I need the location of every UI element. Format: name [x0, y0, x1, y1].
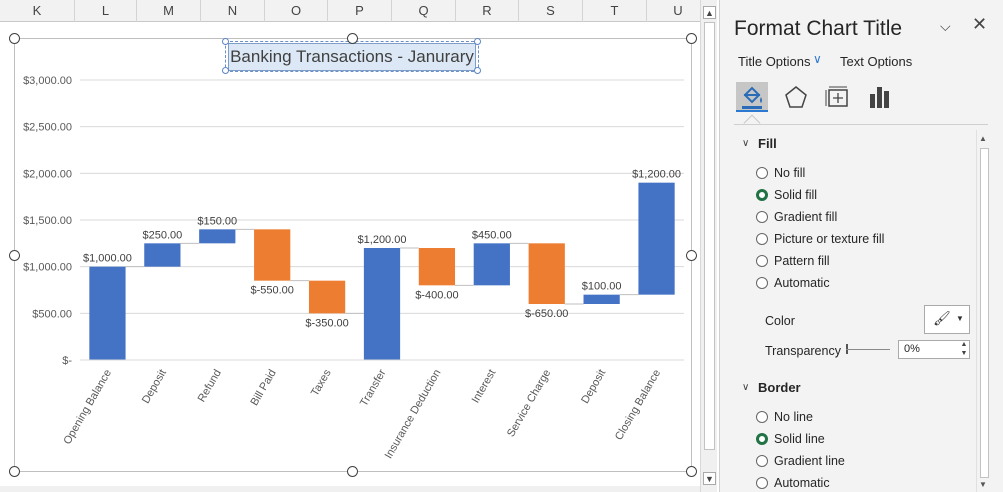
scroll-down-arrow-icon[interactable]: ▼ — [703, 472, 716, 485]
pane-scroll-down-icon[interactable]: ▼ — [979, 480, 987, 489]
bar[interactable] — [363, 248, 401, 360]
chart-title[interactable]: Banking Transactions - Janurary — [228, 43, 476, 71]
chart-resize-handle-tc[interactable] — [347, 33, 358, 44]
bar[interactable] — [144, 243, 181, 267]
vertical-scrollbar[interactable]: ▲ ▼ — [700, 0, 717, 492]
data-label: $1,200.00 — [632, 169, 681, 181]
chevron-down-icon[interactable]: ⌵ — [940, 18, 951, 35]
chart-resize-handle-bc[interactable] — [347, 466, 358, 477]
bar[interactable] — [89, 266, 126, 360]
chart-resize-handle-mr[interactable] — [686, 250, 697, 261]
close-icon[interactable]: ✕ — [972, 14, 987, 35]
pane-divider — [734, 124, 988, 125]
chart-options-icon[interactable] — [864, 82, 896, 112]
pane-content: ∨ Fill No fill Solid fill Gradient fill … — [720, 126, 982, 492]
data-label: $100.00 — [582, 281, 622, 293]
bar[interactable] — [638, 182, 675, 295]
title-handle-br[interactable] — [474, 67, 481, 74]
chart-resize-handle-ml[interactable] — [9, 250, 20, 261]
bar[interactable] — [473, 243, 510, 286]
tab-title-options[interactable]: Title Options — [738, 54, 811, 69]
y-tick-label: $500.00 — [32, 308, 72, 320]
data-label: $-650.00 — [525, 308, 568, 320]
chart-resize-handle-tl[interactable] — [9, 33, 20, 44]
x-tick-label: Service Charge — [505, 368, 553, 440]
x-tick-label: Refund — [196, 368, 224, 405]
y-tick-label: $2,000.00 — [23, 168, 72, 180]
border-collapse-icon[interactable]: ∨ — [742, 382, 749, 393]
pane-title: Format Chart Title — [734, 17, 903, 40]
chart-resize-handle-bl[interactable] — [9, 466, 20, 477]
y-tick-label: $1,000.00 — [23, 262, 72, 274]
transparency-label: Transparency — [765, 344, 841, 358]
y-tick-label: $2,500.00 — [23, 122, 72, 134]
x-tick-label: Deposit — [579, 368, 608, 406]
transparency-spinner[interactable]: ▲ ▼ — [958, 340, 970, 359]
data-label: $1,200.00 — [358, 234, 407, 246]
scrollbar-thumb[interactable] — [704, 22, 715, 450]
pane-scrollbar-thumb[interactable] — [980, 148, 989, 478]
x-tick-label: Opening Balance — [61, 368, 114, 447]
title-handle-bl[interactable] — [222, 67, 229, 74]
x-tick-label: Deposit — [140, 368, 169, 406]
fill-line-icon[interactable] — [736, 82, 768, 112]
fill-color-picker[interactable]: 🖌 ▼ — [924, 305, 970, 334]
effects-icon[interactable] — [780, 82, 812, 112]
chevron-down-icon[interactable]: ∨ — [813, 52, 822, 66]
scroll-up-arrow-icon[interactable]: ▲ — [703, 6, 716, 19]
data-label: $-550.00 — [250, 285, 293, 297]
x-tick-label: Closing Balance — [613, 368, 663, 443]
size-properties-icon[interactable] — [822, 82, 854, 112]
x-tick-label: Bill Paid — [249, 368, 279, 408]
chevron-down-icon: ▼ — [956, 314, 964, 323]
bar[interactable] — [199, 229, 236, 244]
fill-section-heading[interactable]: Fill — [758, 136, 777, 151]
x-tick-label: Insurance Deduction — [383, 367, 444, 460]
data-label: $150.00 — [197, 215, 237, 227]
title-handle-tl[interactable] — [222, 38, 229, 45]
y-tick-label: $3,000.00 — [23, 75, 72, 87]
color-label: Color — [765, 314, 795, 328]
data-label: $1,000.00 — [83, 253, 132, 265]
bar[interactable] — [254, 229, 291, 281]
chart-resize-handle-br[interactable] — [686, 466, 697, 477]
fill-collapse-icon[interactable]: ∨ — [742, 138, 749, 149]
chart-resize-handle-tr[interactable] — [686, 33, 697, 44]
horizontal-scrollbar[interactable] — [0, 486, 700, 492]
tab-text-options[interactable]: Text Options — [840, 54, 912, 69]
bar[interactable] — [583, 294, 620, 304]
bar[interactable] — [528, 243, 565, 304]
x-tick-label: Transfer — [358, 367, 389, 408]
bar[interactable] — [308, 280, 346, 314]
bar[interactable] — [418, 248, 456, 286]
y-tick-label: $- — [62, 355, 72, 367]
border-section-heading[interactable]: Border — [758, 380, 801, 395]
pane-scrollbar[interactable]: ▲ ▼ — [976, 130, 991, 492]
y-tick-label: $1,500.00 — [23, 215, 72, 227]
data-label: $-400.00 — [415, 289, 458, 301]
paint-bucket-icon: 🖌 — [933, 310, 951, 326]
waterfall-chart[interactable]: $- $500.00 $1,000.00 $1,500.00 $2,000.00 $2,5… — [0, 0, 700, 492]
data-label: $450.00 — [472, 229, 512, 241]
transparency-slider[interactable] — [846, 349, 890, 350]
title-handle-tr[interactable] — [474, 38, 481, 45]
data-label: $-350.00 — [305, 317, 348, 329]
x-tick-label: Interest — [470, 368, 499, 406]
pane-scroll-up-icon[interactable]: ▲ — [979, 134, 987, 143]
format-pane: Format Chart Title ⌵ ✕ Title Options ∨ T… — [719, 0, 1003, 492]
worksheet[interactable]: KLMNOPQRSTU $- $500.00 $1,000.00 $1,500.00 $… — [0, 0, 700, 492]
data-label: $250.00 — [142, 229, 182, 241]
x-tick-label: Taxes — [309, 367, 334, 398]
